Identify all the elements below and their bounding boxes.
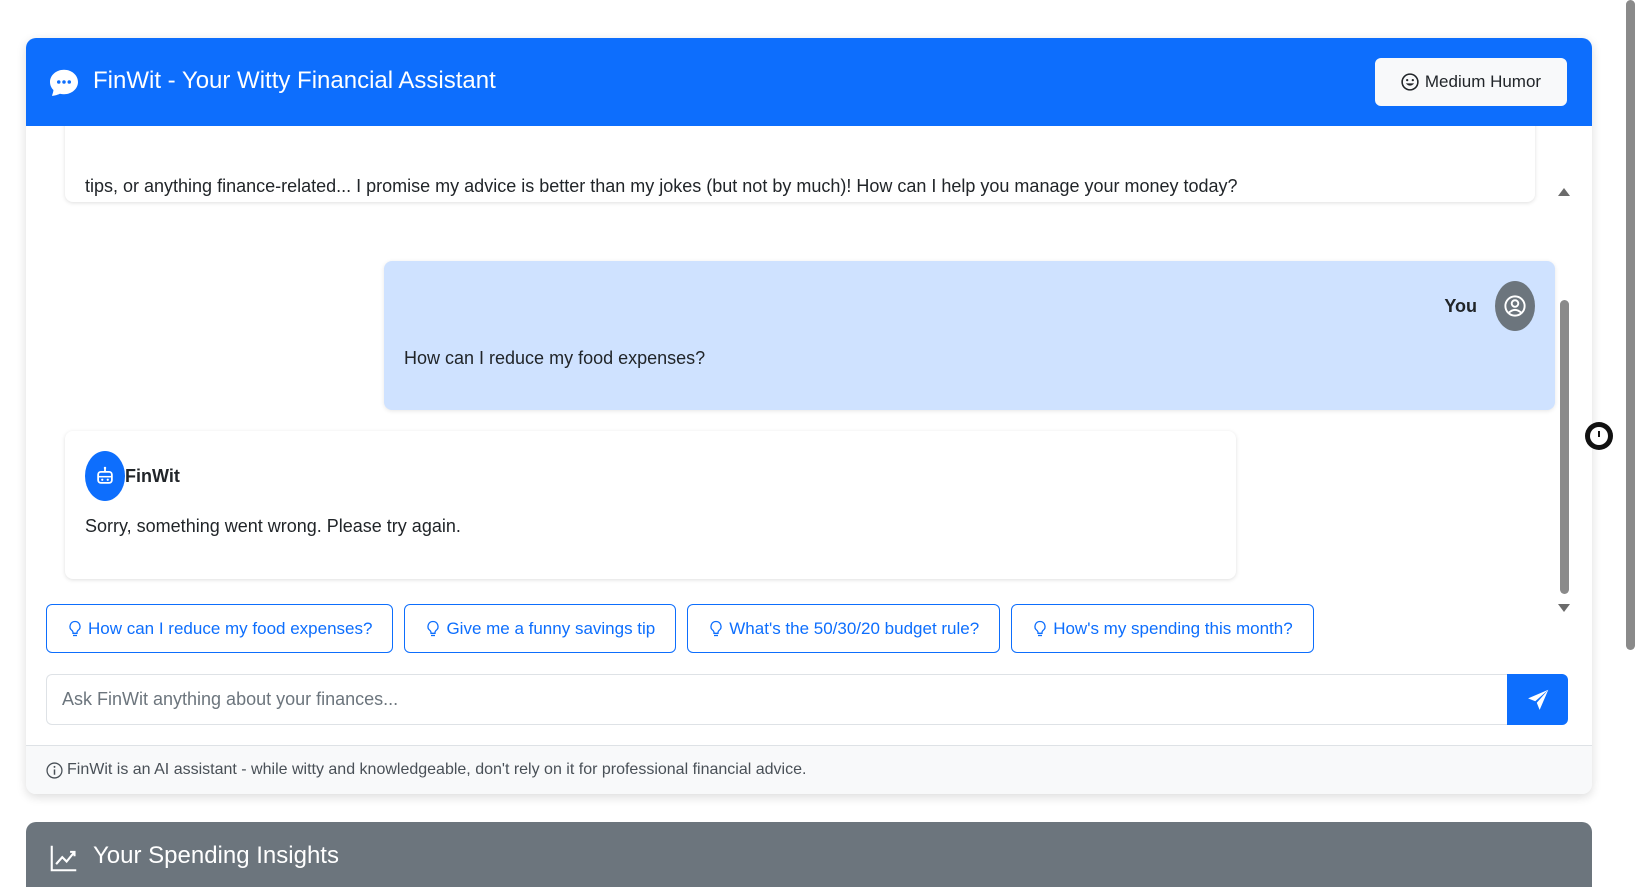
suggestion-label: How's my spending this month? xyxy=(1053,618,1293,638)
assistant-message: tips, or anything finance-related... I p… xyxy=(65,126,1535,202)
chat-input-group xyxy=(46,674,1568,725)
chat-dots-icon xyxy=(50,69,78,96)
suggestion-label: What's the 50/30/20 budget rule? xyxy=(729,618,980,638)
disclaimer-text: FinWit is an AI assistant - while witty … xyxy=(67,761,807,778)
scroll-down-arrow[interactable] xyxy=(1558,604,1570,612)
page-title: FinWit - Your Witty Financial Assistant xyxy=(93,67,496,94)
insights-title: Your Spending Insights xyxy=(93,842,339,869)
message-text: Sorry, something went wrong. Please try … xyxy=(85,516,461,536)
lightbulb-icon xyxy=(427,620,440,636)
lightbulb-icon xyxy=(710,620,722,636)
robot-icon xyxy=(97,466,113,484)
message-scrollbar-thumb[interactable] xyxy=(1560,300,1569,594)
humor-level-button[interactable]: Medium Humor xyxy=(1375,58,1567,106)
message-list[interactable]: tips, or anything finance-related... I p… xyxy=(26,126,1592,616)
chat-input[interactable] xyxy=(46,674,1507,725)
chat-header: FinWit - Your Witty Financial Assistant … xyxy=(26,38,1592,126)
avatar xyxy=(1495,281,1535,331)
send-button[interactable] xyxy=(1507,674,1568,725)
person-circle-icon xyxy=(1504,295,1526,317)
suggestion-label: Give me a funny savings tip xyxy=(446,618,656,638)
message-text: tips, or anything finance-related... I p… xyxy=(85,176,1238,196)
suggestion-chips: How can I reduce my food expenses? Give … xyxy=(46,604,1314,654)
humor-level-label: Medium Humor xyxy=(1424,72,1542,91)
suggestion-button[interactable]: Give me a funny savings tip xyxy=(404,604,677,653)
chat-card: FinWit - Your Witty Financial Assistant … xyxy=(26,38,1592,794)
smile-icon xyxy=(1401,73,1419,91)
lightbulb-icon xyxy=(1034,620,1046,636)
info-circle-icon xyxy=(46,761,63,779)
sender-name: FinWit xyxy=(125,466,180,486)
page-scrollbar-thumb[interactable] xyxy=(1626,0,1635,650)
floating-widget-icon[interactable] xyxy=(1585,422,1613,450)
graph-up-icon xyxy=(50,845,77,872)
lightbulb-icon xyxy=(69,620,81,636)
suggestion-button[interactable]: What's the 50/30/20 budget rule? xyxy=(687,604,1001,653)
disclaimer-footer: FinWit is an AI assistant - while witty … xyxy=(26,745,1592,794)
assistant-message: FinWit Sorry, something went wrong. Plea… xyxy=(65,431,1236,579)
suggestion-label: How can I reduce my food expenses? xyxy=(88,618,373,638)
message-text: How can I reduce my food expenses? xyxy=(404,348,706,368)
suggestion-button[interactable]: How can I reduce my food expenses? xyxy=(46,604,394,653)
suggestion-button[interactable]: How's my spending this month? xyxy=(1011,604,1314,653)
avatar xyxy=(85,451,125,501)
send-icon xyxy=(1527,689,1548,710)
spending-insights-card: Your Spending Insights xyxy=(26,822,1592,887)
user-message: You How can I reduce my food expenses? xyxy=(384,261,1555,410)
scroll-up-arrow[interactable] xyxy=(1558,188,1570,196)
sender-name: You xyxy=(1444,296,1477,316)
